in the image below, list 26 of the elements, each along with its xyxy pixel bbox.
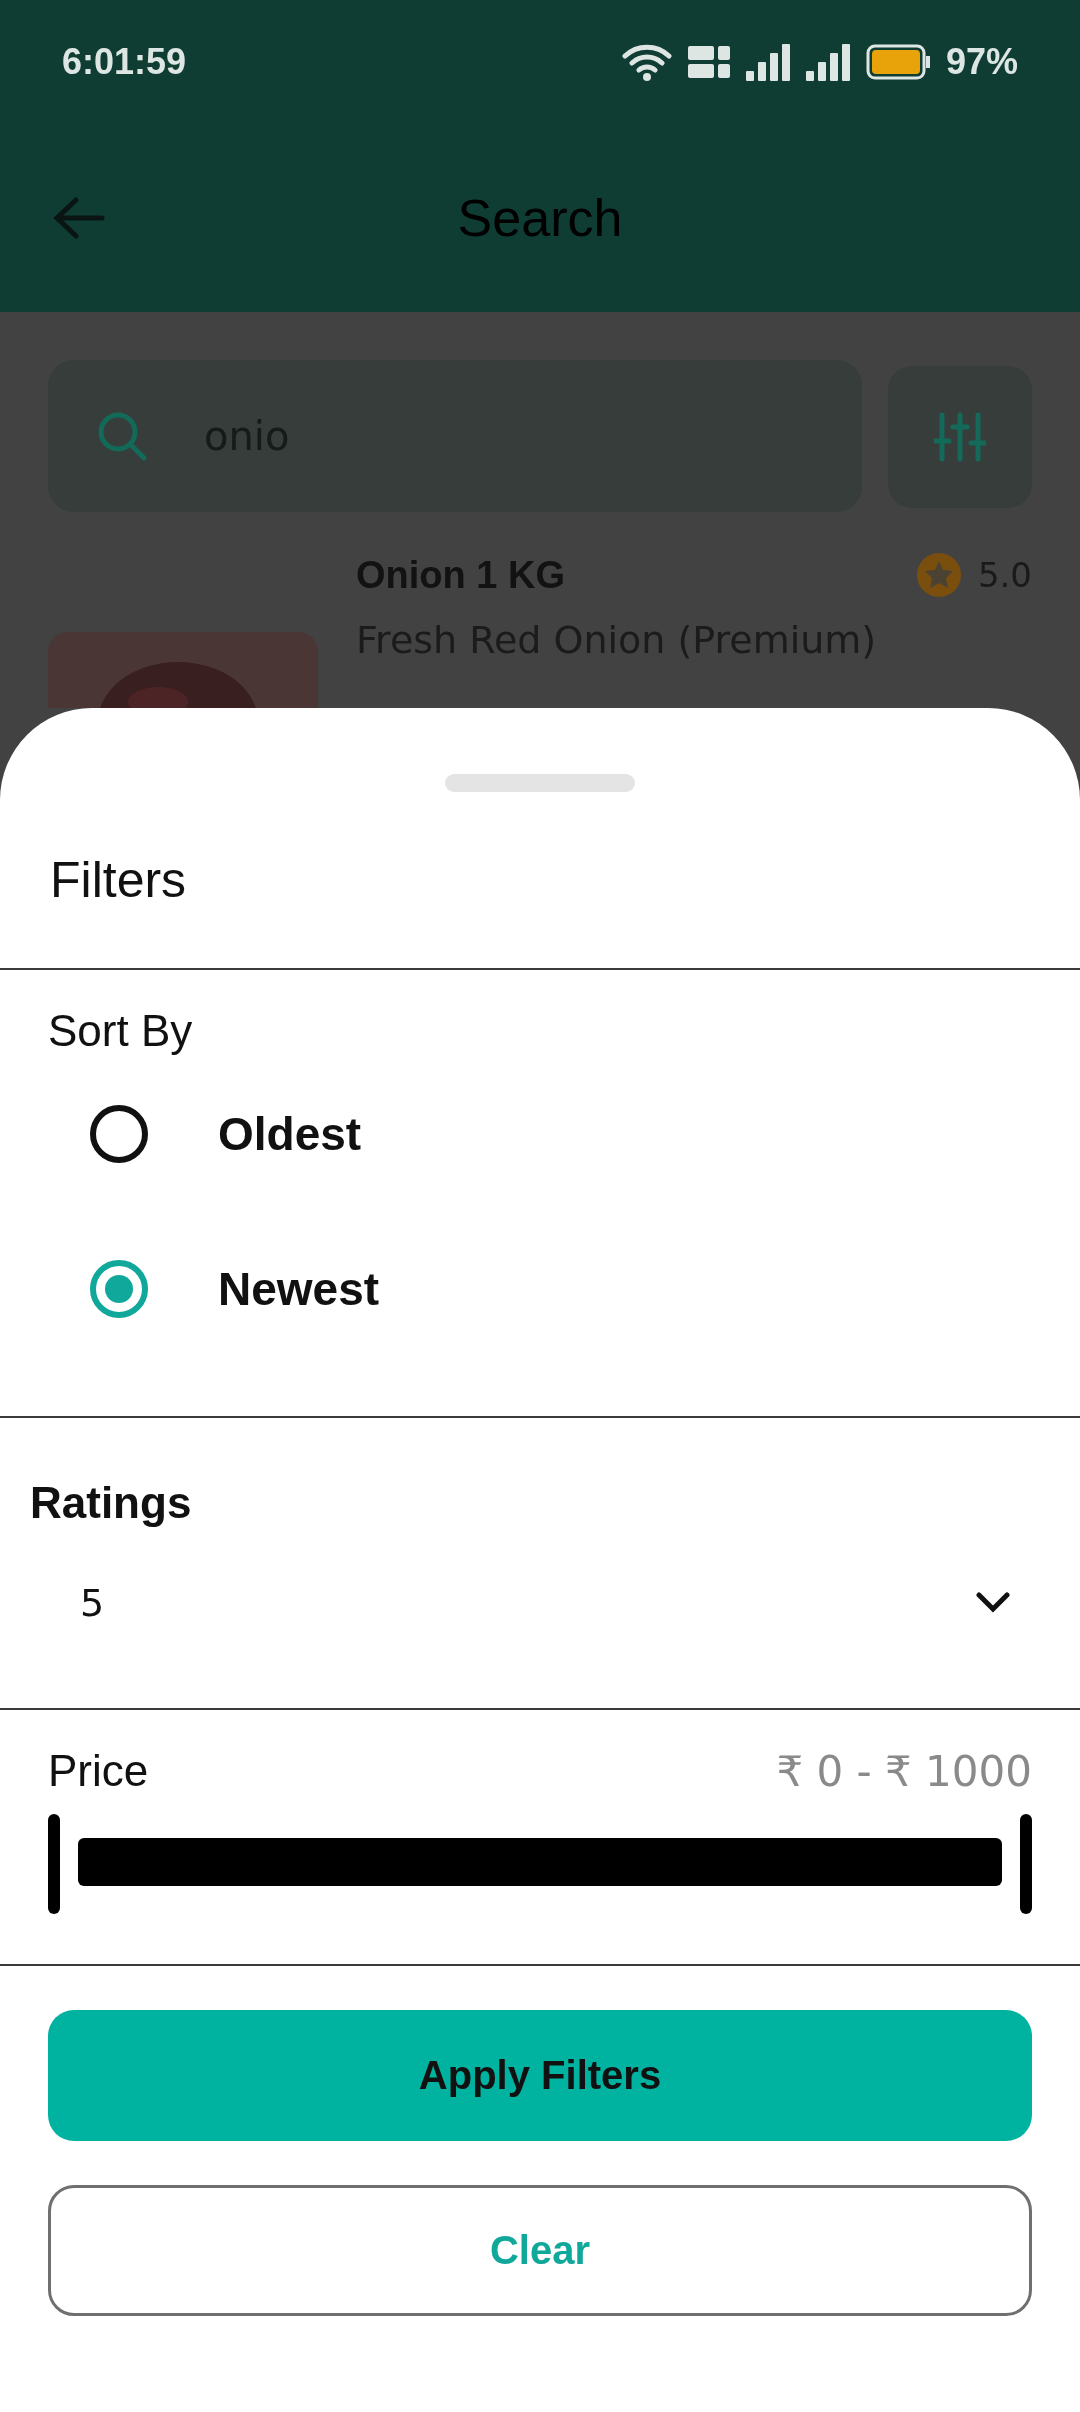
battery-percent: 97% — [945, 41, 1018, 83]
drag-handle[interactable] — [445, 774, 635, 792]
slider-handle[interactable] — [1020, 1814, 1032, 1914]
wifi-icon — [621, 42, 672, 82]
sliders-icon — [934, 411, 986, 463]
sheet-title: Filters — [50, 851, 187, 909]
price-range: ₹ 0 - ₹ 1000 — [776, 1746, 1032, 1796]
radio-label[interactable]: Newest — [218, 1261, 380, 1316]
radio-button[interactable] — [90, 1259, 148, 1318]
battery-icon — [865, 44, 932, 80]
section-label: Price — [48, 1746, 149, 1796]
ratings-dropdown[interactable]: 5 — [30, 1568, 1050, 1638]
signal-icon — [805, 43, 852, 81]
header-title: Search — [456, 188, 624, 248]
chevron-down-icon — [976, 1592, 1010, 1614]
status-time: 6:01:59 — [62, 41, 187, 83]
back-arrow-icon[interactable] — [52, 196, 106, 240]
filter-button[interactable] — [888, 366, 1032, 508]
section-label: Sort By — [48, 1006, 194, 1056]
apply-button[interactable]: Apply Filters — [48, 2010, 1032, 2141]
slider-handle[interactable] — [48, 1814, 60, 1914]
radio-label[interactable]: Oldest — [218, 1106, 362, 1161]
section-label: Ratings — [30, 1478, 193, 1528]
signal-icon — [745, 43, 792, 81]
search-icon — [96, 410, 148, 462]
radio-button[interactable] — [90, 1104, 148, 1163]
